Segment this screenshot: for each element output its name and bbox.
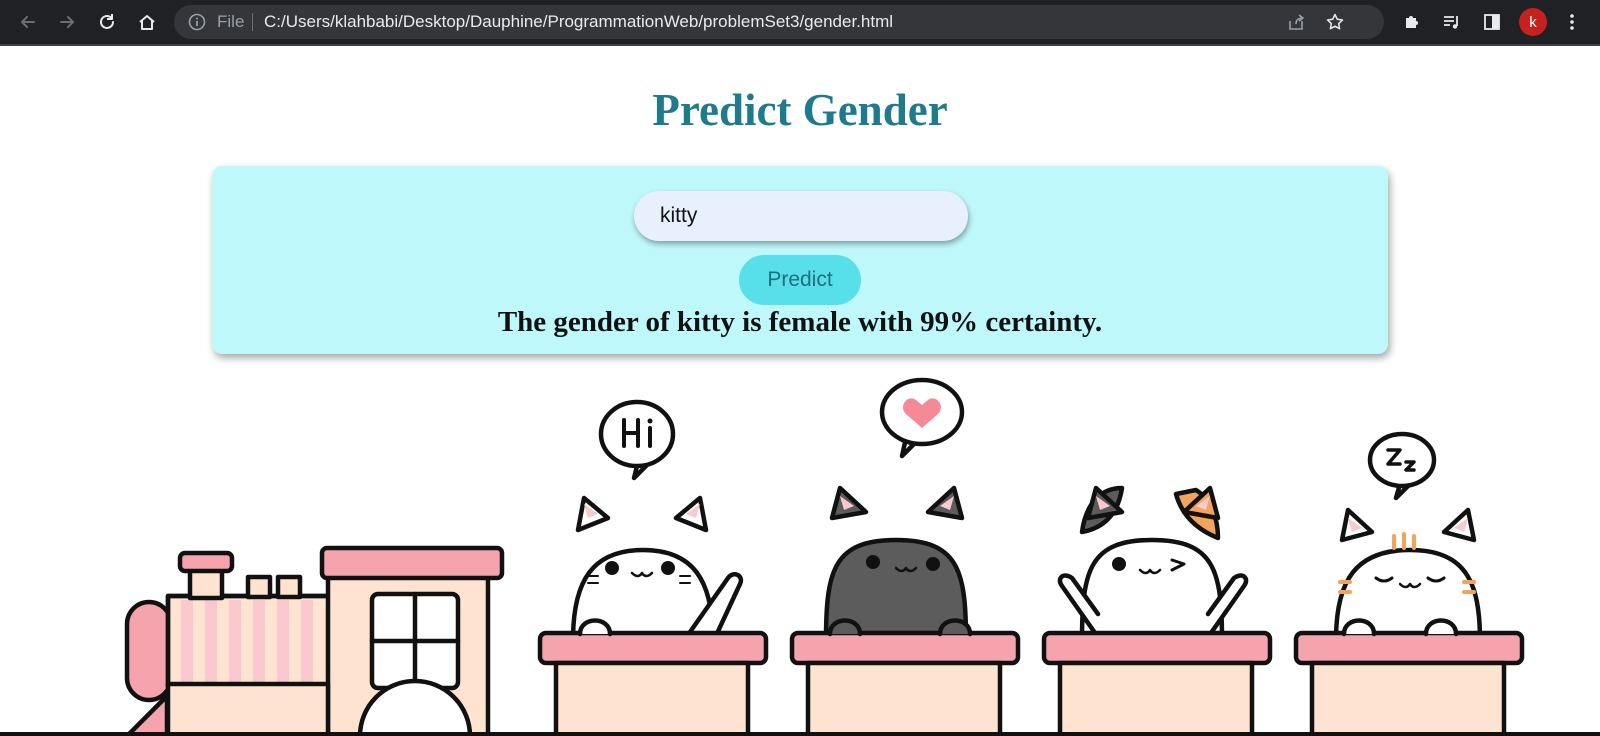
puzzle-icon: [1406, 16, 1418, 28]
result-text: The gender of kitty is female with 99% c…: [497, 306, 1103, 338]
side-panel-button[interactable]: [1476, 6, 1508, 38]
cat-car-1-image: [537, 495, 769, 736]
toolbar-border: [0, 44, 1600, 46]
cat-car-4-image: [1293, 507, 1525, 736]
name-input[interactable]: [634, 191, 968, 241]
address-bar[interactable]: File C:/Users/klahbabi/Desktop/Dauphine/…: [174, 5, 1384, 39]
file-label: File: [217, 12, 245, 31]
page-title: Predict Gender: [652, 85, 948, 135]
omnibox-divider: [252, 13, 253, 31]
reload-button[interactable]: [91, 6, 123, 38]
share-icon[interactable]: [1286, 12, 1306, 32]
extensions-button[interactable]: [1396, 6, 1428, 38]
predict-button[interactable]: Predict: [739, 255, 861, 305]
cat-car-3-image: [1041, 485, 1273, 736]
cat-car-2-image: [789, 485, 1021, 736]
reload-icon: [100, 14, 114, 29]
forward-button[interactable]: [51, 6, 83, 38]
playlist-icon: [1444, 16, 1458, 29]
prediction-card: Predict The gender of kitty is female wi…: [212, 166, 1388, 354]
more-vertical-icon: [1570, 14, 1574, 30]
profile-avatar[interactable]: k: [1519, 8, 1547, 36]
info-icon[interactable]: [188, 13, 206, 31]
arrow-left-icon: [21, 16, 35, 28]
media-control-button[interactable]: [1436, 6, 1468, 38]
back-button[interactable]: [12, 6, 44, 38]
browser-toolbar: File C:/Users/klahbabi/Desktop/Dauphine/…: [0, 0, 1600, 44]
arrow-right-icon: [60, 16, 74, 28]
home-icon: [139, 15, 155, 30]
bookmark-star-icon[interactable]: [1325, 12, 1345, 32]
side-panel-icon: [1484, 14, 1500, 30]
locomotive-image: [124, 545, 505, 736]
url-text[interactable]: C:/Users/klahbabi/Desktop/Dauphine/Progr…: [264, 12, 893, 32]
home-button[interactable]: [131, 6, 163, 38]
menu-button[interactable]: [1556, 6, 1588, 38]
cat-train-illustration: [0, 377, 1600, 736]
